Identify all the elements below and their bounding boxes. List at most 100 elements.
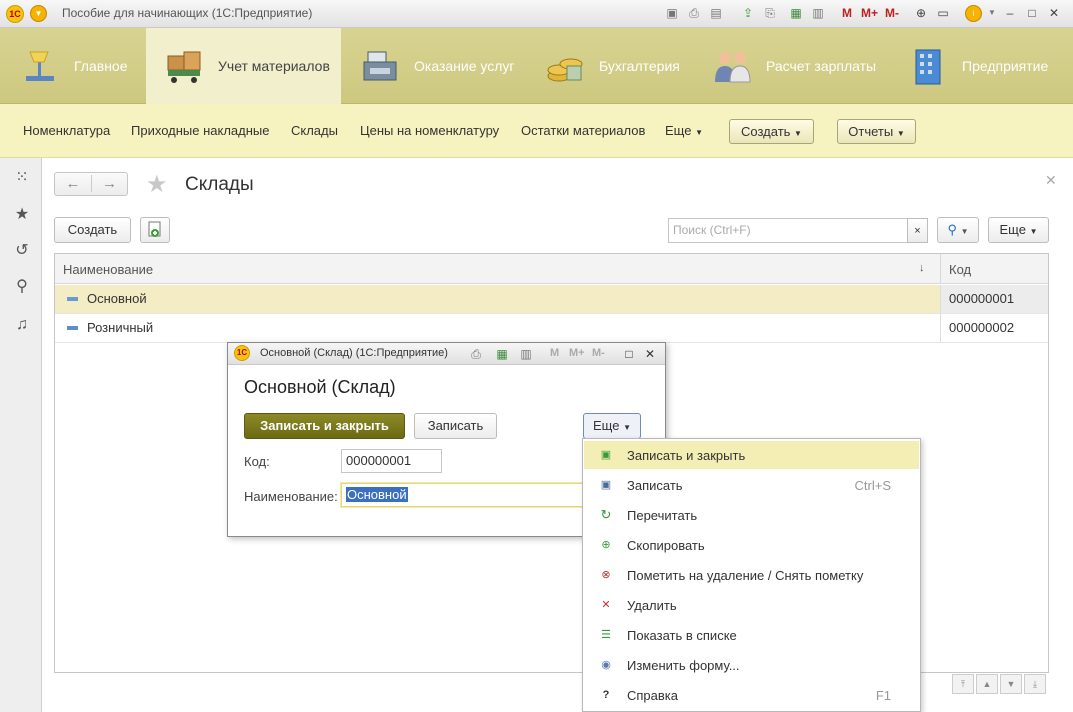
bell-icon[interactable]: ♫: [12, 315, 32, 335]
maximize-icon[interactable]: □: [621, 346, 637, 362]
menu-item-show-in-list[interactable]: ☰ Показать в списке: [584, 621, 919, 649]
name-field-selected-text: Основной: [346, 487, 408, 502]
menu-item-save[interactable]: ▣ Записать Ctrl+S: [584, 471, 919, 499]
scroll-top-icon[interactable]: ⤒: [952, 674, 974, 694]
memory-mplus-button[interactable]: M+: [861, 6, 878, 20]
create-button[interactable]: Создать: [54, 217, 131, 243]
calculator-icon[interactable]: ▦: [494, 346, 510, 362]
forward-arrow-icon[interactable]: →: [91, 175, 127, 192]
info-icon[interactable]: i: [965, 5, 982, 22]
copy-item-button[interactable]: [140, 217, 170, 243]
favorite-star-icon[interactable]: ★: [146, 170, 168, 199]
link-icon[interactable]: ⇪: [740, 5, 756, 21]
nav-stock[interactable]: Остатки материалов: [521, 123, 645, 138]
chevron-down-icon: ▼: [695, 128, 703, 137]
close-icon[interactable]: ✕: [1046, 5, 1062, 21]
section-label: Предприятие: [962, 58, 1049, 74]
search-options-button[interactable]: ⚲ ▼: [937, 217, 979, 243]
calendar-icon[interactable]: ▥: [518, 346, 534, 362]
chevron-down-icon: ▼: [794, 129, 802, 138]
calendar-icon[interactable]: ▥: [810, 5, 826, 21]
section-services[interactable]: Оказание услуг: [360, 28, 530, 104]
floppy-icon: ▣: [600, 479, 612, 491]
name-field[interactable]: Основной: [341, 483, 586, 507]
zoom-in-icon[interactable]: ⊕: [913, 5, 929, 21]
more-label: Еще: [999, 222, 1026, 237]
code-field[interactable]: 000000001: [341, 449, 442, 473]
more-actions-button[interactable]: Еще ▼: [988, 217, 1049, 243]
nav-nomenclature[interactable]: Номенклатура: [23, 123, 110, 138]
search-input[interactable]: Поиск (Ctrl+F): [668, 218, 908, 243]
scroll-up-icon[interactable]: ▲: [976, 674, 998, 694]
reports-label: Отчеты: [848, 124, 894, 139]
memory-mminus-button[interactable]: M-: [885, 6, 899, 20]
form-settings-icon: ◉: [601, 659, 611, 671]
menu-item-mark-delete[interactable]: ⊗ Пометить на удаление / Снять пометку: [584, 561, 919, 589]
close-icon[interactable]: ✕: [642, 346, 658, 362]
save-icon[interactable]: ▣: [664, 5, 680, 21]
favorites-star-icon[interactable]: ★: [12, 205, 32, 225]
section-main[interactable]: Главное: [20, 28, 145, 104]
menu-item-label: Удалить: [627, 598, 677, 613]
history-icon[interactable]: ↺: [12, 241, 32, 261]
print-icon[interactable]: ⎙: [686, 5, 702, 21]
more-label: Еще: [593, 418, 620, 433]
maximize-icon[interactable]: □: [1024, 5, 1040, 21]
nav-prices[interactable]: Цены на номенклатуру: [360, 123, 499, 138]
popup-more-button[interactable]: Еще ▼: [583, 413, 641, 439]
create-label: Создать: [741, 124, 791, 139]
menu-item-delete[interactable]: ✕ Удалить: [584, 591, 919, 619]
nav-warehouses[interactable]: Склады: [291, 123, 338, 138]
search-icon[interactable]: ⚲: [12, 277, 32, 297]
menu-item-help[interactable]: ? Справка F1: [584, 681, 919, 709]
desk-lamp-icon: [20, 46, 60, 86]
section-materials[interactable]: Учет материалов: [146, 28, 341, 104]
row-folder-icon: [67, 297, 78, 301]
menu-item-reread[interactable]: ↻ Перечитать: [584, 501, 919, 529]
calculator-icon[interactable]: ▦: [788, 5, 804, 21]
chevron-down-icon[interactable]: ▼: [984, 5, 1000, 21]
menu-item-change-form[interactable]: ◉ Изменить форму...: [584, 651, 919, 679]
nav-more[interactable]: Еще ▼: [665, 123, 703, 138]
section-accounting[interactable]: Бухгалтерия: [545, 28, 695, 104]
minimize-icon[interactable]: –: [1002, 5, 1018, 21]
nav-receipts[interactable]: Приходные накладные: [131, 123, 269, 138]
table-row[interactable]: Розничный 000000002: [55, 314, 1048, 343]
memory-m-button[interactable]: M: [842, 6, 852, 20]
sort-arrow-icon[interactable]: ↓: [919, 262, 925, 274]
memory-m-button[interactable]: M: [550, 347, 559, 359]
windows-icon[interactable]: ▭: [935, 5, 951, 21]
section-label: Бухгалтерия: [599, 58, 680, 74]
back-arrow-icon[interactable]: ←: [55, 175, 91, 192]
table-row[interactable]: Основной 000000001: [55, 285, 1048, 314]
scroll-down-icon[interactable]: ▼: [1000, 674, 1022, 694]
reports-menu-button[interactable]: Отчеты ▼: [837, 119, 916, 144]
popup-titlebar: 1С Основной (Склад) (1С:Предприятие) ⎙ ▦…: [228, 343, 665, 365]
form-close-icon[interactable]: ✕: [1045, 172, 1057, 189]
menu-item-copy[interactable]: ⊕ Скопировать: [584, 531, 919, 559]
column-header-name[interactable]: Наименование: [63, 262, 153, 277]
help-icon: ?: [602, 689, 610, 701]
memory-mminus-button[interactable]: M-: [592, 347, 605, 359]
save-and-close-button[interactable]: Записать и закрыть: [244, 413, 405, 439]
section-payroll[interactable]: Расчет зарплаты: [712, 28, 887, 104]
more-dropdown-menu: ▣ Записать и закрыть ▣ Записать Ctrl+S ↻…: [582, 438, 921, 712]
main-menu-button[interactable]: ▼: [30, 5, 47, 22]
section-label: Оказание услуг: [414, 58, 515, 74]
grid-menu-icon[interactable]: ⁙: [12, 168, 32, 188]
chevron-down-icon: ▼: [960, 227, 969, 236]
column-header-code[interactable]: Код: [949, 262, 971, 277]
create-menu-button[interactable]: Создать ▼: [729, 119, 814, 144]
scroll-bottom-icon[interactable]: ⤓: [1024, 674, 1046, 694]
menu-item-save-close[interactable]: ▣ Записать и закрыть: [584, 441, 919, 469]
preview-icon[interactable]: ▤: [708, 5, 724, 21]
save-button[interactable]: Записать: [414, 413, 497, 439]
memory-mplus-button[interactable]: M+: [569, 347, 585, 359]
name-label: Наименование:: [244, 489, 338, 504]
section-enterprise[interactable]: Предприятие: [908, 28, 1068, 104]
row-code-cell: 000000001: [940, 285, 1048, 313]
attach-icon[interactable]: ⎘: [762, 5, 778, 21]
menu-item-label: Справка: [627, 688, 678, 703]
search-clear-icon[interactable]: ×: [907, 218, 928, 243]
print-icon[interactable]: ⎙: [468, 346, 484, 362]
